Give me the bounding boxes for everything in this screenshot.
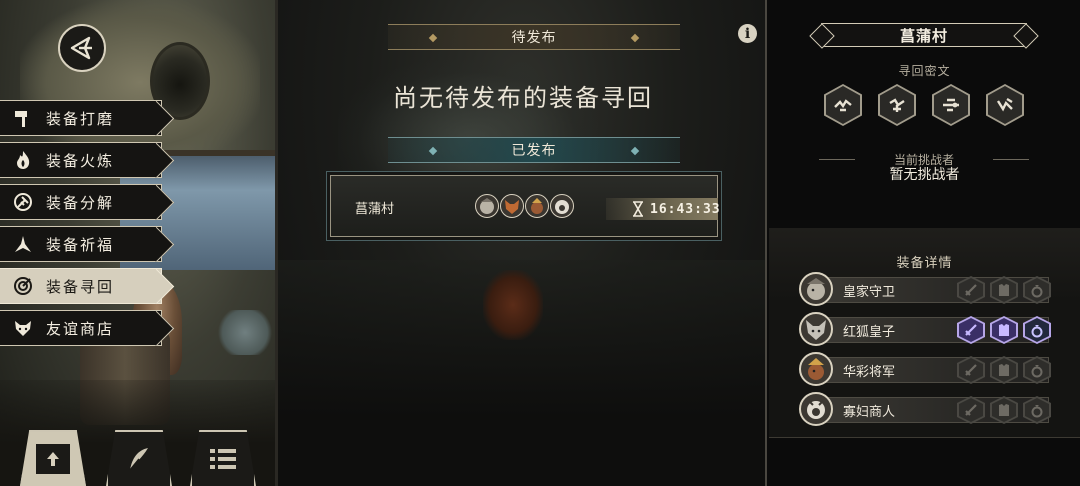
- pending-section-header: 待发布: [388, 24, 680, 50]
- armor-slot-icon[interactable]: [990, 316, 1018, 344]
- character-row[interactable]: 寡妇商人: [799, 392, 1051, 428]
- list-icon: [210, 449, 236, 469]
- hourglass-icon: [632, 200, 644, 218]
- equipment-details-section: 装备详情 皇家守卫 红狐皇子 华彩将军 寡妇商人: [769, 228, 1080, 438]
- character-name: 寡妇商人: [843, 405, 896, 420]
- menu-item-forge[interactable]: 装备火炼: [0, 142, 162, 178]
- weapon-slot-icon[interactable]: [957, 396, 985, 424]
- cipher-section-title: 寻回密文: [898, 64, 951, 78]
- diamond-ornament-icon: [630, 33, 640, 43]
- character-row[interactable]: 皇家守卫: [799, 272, 1051, 308]
- character-row[interactable]: 红狐皇子: [799, 312, 1051, 348]
- break-icon: [12, 191, 34, 213]
- feather-icon: [129, 448, 148, 471]
- published-retrieval-card[interactable]: 菖蒲村 16:43:33: [330, 175, 721, 237]
- background-fox-figure: [483, 270, 543, 340]
- diamond-ornament-icon: [630, 146, 640, 156]
- background-bush: [215, 310, 275, 355]
- menu-item-decompose[interactable]: 装备分解: [0, 184, 162, 220]
- challenger-value: 暂无挑战者: [889, 167, 960, 183]
- center-panel: 待发布 i 尚无待发布的装备寻回 已发布 菖蒲村 16:43:33: [275, 0, 765, 486]
- red-fox-prince-avatar: [799, 312, 833, 346]
- published-header-label: 已发布: [511, 143, 557, 159]
- diamond-ornament-icon: [428, 33, 438, 43]
- bless-icon: [12, 233, 34, 255]
- info-button[interactable]: i: [738, 24, 757, 43]
- armor-slot-icon[interactable]: [990, 356, 1018, 384]
- character-name: 华彩将军: [843, 365, 896, 380]
- info-icon: i: [744, 25, 751, 42]
- menu-label: 友谊商店: [46, 319, 115, 338]
- retrieve-icon: [12, 275, 34, 297]
- cipher-glyph-2-icon[interactable]: [878, 84, 916, 126]
- village-banner: 菖蒲村: [821, 23, 1027, 47]
- details-title: 装备详情: [769, 252, 1080, 293]
- cipher-glyph-1-icon[interactable]: [824, 84, 862, 126]
- menu-label: 装备火炼: [46, 151, 115, 170]
- ring-slot-icon[interactable]: [1023, 316, 1051, 344]
- cipher-icon-row: [824, 84, 1024, 126]
- list-tab-button[interactable]: [190, 430, 256, 486]
- royal-guard-avatar: [799, 272, 833, 306]
- upload-icon: [47, 452, 59, 466]
- menu-item-bless[interactable]: 装备祈福: [0, 226, 162, 262]
- cipher-glyph-4-icon[interactable]: [986, 84, 1024, 126]
- character-name: 红狐皇子: [843, 325, 896, 340]
- cipher-glyph-3-icon[interactable]: [932, 84, 970, 126]
- weapon-slot-icon[interactable]: [957, 276, 985, 304]
- pending-header-label: 待发布: [511, 30, 557, 46]
- menu-label: 装备祈福: [46, 235, 115, 254]
- menu-label: 装备打磨: [46, 109, 115, 128]
- general-avatar: [525, 194, 549, 218]
- left-panel: 装备打磨 装备火炼 装备分解 装备祈福 装备寻回 友谊商店: [0, 0, 275, 486]
- ring-slot-icon[interactable]: [1023, 356, 1051, 384]
- general-avatar: [799, 352, 833, 386]
- countdown-timer: 16:43:33: [606, 198, 721, 220]
- diamond-ornament-icon: [428, 146, 438, 156]
- fox-face-icon: [12, 317, 34, 339]
- ring-slot-icon[interactable]: [1023, 276, 1051, 304]
- armor-slot-icon[interactable]: [990, 276, 1018, 304]
- character-name: 皇家守卫: [843, 285, 896, 300]
- merchant-avatar: [799, 392, 833, 426]
- right-panel: 菖蒲村 寻回密文 当前挑战者 暂无挑战者 装备详情 皇家守卫 红狐皇子 华彩将军…: [765, 0, 1080, 486]
- menu-label: 装备寻回: [46, 277, 115, 296]
- weapon-slot-icon[interactable]: [957, 356, 985, 384]
- back-arrow-icon: [70, 36, 92, 60]
- hammer-icon: [12, 107, 34, 129]
- equipment-slots: [957, 276, 1051, 304]
- card-village-name: 菖蒲村: [355, 202, 395, 217]
- back-button[interactable]: [58, 24, 106, 72]
- equipment-slots: [957, 356, 1051, 384]
- red-fox-prince-avatar: [500, 194, 524, 218]
- character-row[interactable]: 华彩将军: [799, 352, 1051, 388]
- equipment-slots: [957, 396, 1051, 424]
- empty-pending-message: 尚无待发布的装备寻回: [393, 84, 653, 112]
- village-title: 菖蒲村: [899, 26, 948, 45]
- royal-guard-avatar: [475, 194, 499, 218]
- equipment-slots: [957, 316, 1051, 344]
- timer-value: 16:43:33: [650, 201, 721, 217]
- flame-icon: [12, 149, 34, 171]
- published-section-header: 已发布: [388, 137, 680, 163]
- armor-slot-icon[interactable]: [990, 396, 1018, 424]
- upload-tab-button[interactable]: [20, 430, 86, 486]
- menu-item-polish[interactable]: 装备打磨: [0, 100, 162, 136]
- feather-tab-button[interactable]: [106, 430, 172, 486]
- merchant-avatar: [550, 194, 574, 218]
- weapon-slot-icon[interactable]: [957, 316, 985, 344]
- menu-item-retrieve[interactable]: 装备寻回: [0, 268, 162, 304]
- card-avatar-group: [475, 194, 574, 218]
- ring-slot-icon[interactable]: [1023, 396, 1051, 424]
- menu-item-friendship-shop[interactable]: 友谊商店: [0, 310, 162, 346]
- menu-label: 装备分解: [46, 193, 115, 212]
